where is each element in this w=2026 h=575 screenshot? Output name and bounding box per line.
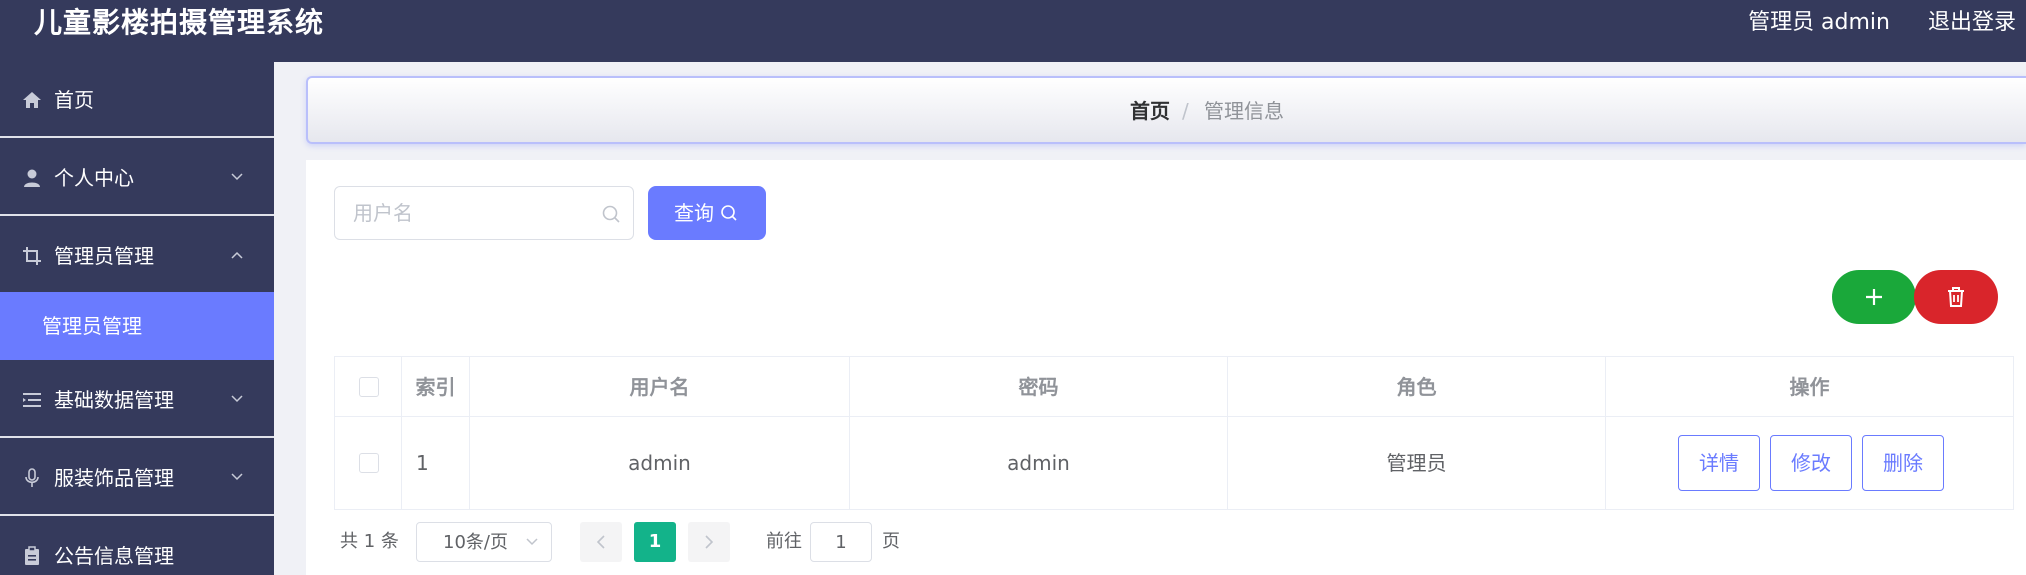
query-button[interactable]: 查询	[648, 186, 766, 240]
table-row: 1 admin admin 管理员 详情 修改 删除	[335, 417, 2013, 509]
chevron-left-icon	[596, 535, 605, 549]
header-password: 密码	[1018, 375, 1059, 399]
detail-button[interactable]: 详情	[1678, 435, 1760, 491]
trash-icon	[1948, 287, 1964, 307]
breadcrumb: 首页 / 管理信息	[306, 76, 2026, 144]
sidebar-subitem-label: 管理员管理	[42, 314, 142, 338]
page-size-select[interactable]: 10条/页	[416, 522, 552, 562]
table-header-row: 索引 用户名 密码 角色 操作	[335, 357, 2013, 417]
chevron-down-icon	[231, 395, 243, 403]
current-user: 管理员 admin	[1748, 10, 1890, 35]
sidebar-item-basic-data[interactable]: 基础数据管理	[0, 362, 274, 438]
search-icon	[602, 205, 620, 223]
content-panel: 查询 索引 用户名 密码 角色 操作 1	[306, 160, 2026, 575]
select-all-checkbox[interactable]	[359, 377, 379, 397]
prev-page-button[interactable]	[580, 522, 622, 562]
edit-button[interactable]: 修改	[1770, 435, 1852, 491]
sidebar-subitem-admin-management[interactable]: 管理员管理	[0, 292, 274, 360]
breadcrumb-separator: /	[1182, 99, 1189, 123]
chevron-right-icon	[705, 535, 714, 549]
page-size-value: 10条/页	[443, 532, 508, 553]
sidebar-item-personal-center[interactable]: 个人中心	[0, 140, 274, 216]
sidebar-item-label: 个人中心	[54, 166, 134, 190]
home-icon	[23, 92, 41, 108]
chevron-up-icon	[231, 251, 243, 259]
chevron-down-icon	[231, 473, 243, 481]
breadcrumb-current: 管理信息	[1204, 99, 1284, 123]
breadcrumb-home[interactable]: 首页	[1130, 98, 1170, 124]
delete-button[interactable]: 删除	[1862, 435, 1944, 491]
search-icon	[721, 205, 737, 221]
detail-button-label: 详情	[1699, 451, 1739, 475]
pagination: 共 1 条 10条/页 1 前往 页	[334, 522, 1134, 562]
header-index: 索引	[415, 375, 456, 399]
header-select-cell	[335, 357, 402, 416]
page-suffix: 页	[882, 531, 900, 552]
delete-button-label: 删除	[1883, 451, 1923, 475]
clipboard-icon	[25, 546, 39, 565]
chevron-down-icon	[526, 538, 538, 546]
search-input[interactable]	[353, 199, 593, 227]
page-number-label: 1	[648, 531, 662, 552]
plus-icon	[1866, 289, 1882, 305]
sidebar-item-label: 基础数据管理	[54, 388, 174, 412]
header-username: 用户名	[629, 375, 690, 399]
top-header: 儿童影楼拍摄管理系统 管理员 admin 退出登录	[0, 0, 2026, 62]
search-field[interactable]	[334, 186, 634, 240]
admin-table: 索引 用户名 密码 角色 操作 1 admin admin 管理员 详情 修改 …	[334, 356, 2014, 510]
sidebar-item-label: 首页	[54, 88, 94, 112]
goto-page-input[interactable]	[810, 522, 872, 562]
sidebar-item-announcements[interactable]: 公告信息管理	[0, 518, 274, 575]
sidebar-item-home[interactable]: 首页	[0, 62, 274, 138]
header-role: 角色	[1396, 375, 1437, 399]
header-cell: 密码	[850, 357, 1228, 416]
table-cell: admin	[470, 417, 850, 509]
sidebar: 首页 个人中心 管理员管理 管理员管理 基础数据管理 服装饰品管理 公告信息管理	[0, 62, 274, 575]
goto-label: 前往	[766, 531, 802, 552]
query-button-label: 查询	[674, 201, 714, 225]
table-cell: 管理员	[1228, 417, 1606, 509]
row-actions-cell: 详情 修改 删除	[1606, 417, 2013, 509]
row-index: 1	[416, 451, 429, 475]
crop-icon	[23, 247, 41, 265]
sidebar-item-costume-accessories[interactable]: 服装饰品管理	[0, 440, 274, 516]
microphone-icon	[25, 468, 39, 487]
chevron-down-icon	[231, 173, 243, 181]
row-role: 管理员	[1386, 451, 1447, 475]
sidebar-item-label: 公告信息管理	[54, 544, 174, 568]
list-icon	[23, 393, 41, 407]
table-cell: 1	[402, 417, 470, 509]
next-page-button[interactable]	[688, 522, 730, 562]
user-icon	[24, 169, 40, 187]
batch-delete-button[interactable]	[1914, 270, 1998, 324]
add-button[interactable]	[1832, 270, 1916, 324]
edit-button-label: 修改	[1791, 451, 1831, 475]
header-cell: 操作	[1606, 357, 2013, 416]
sidebar-item-label: 服装饰品管理	[54, 466, 174, 490]
page-number-1[interactable]: 1	[634, 522, 676, 562]
main-area: 首页 / 管理信息 查询 索引 用户名 密码 角色	[274, 62, 2026, 575]
row-username: admin	[628, 451, 691, 475]
sidebar-item-label: 管理员管理	[54, 244, 154, 268]
logout-link[interactable]: 退出登录	[1928, 8, 2016, 38]
row-password: admin	[1007, 451, 1070, 475]
header-cell: 用户名	[470, 357, 850, 416]
table-cell: admin	[850, 417, 1228, 509]
row-checkbox[interactable]	[359, 453, 379, 473]
header-actions: 操作	[1789, 375, 1830, 399]
pagination-total: 共 1 条	[340, 531, 399, 552]
sidebar-item-admin-management[interactable]: 管理员管理	[0, 218, 274, 294]
app-title: 儿童影楼拍摄管理系统	[34, 6, 325, 39]
header-cell: 索引	[402, 357, 470, 416]
header-cell: 角色	[1228, 357, 1606, 416]
row-select-cell	[335, 417, 402, 509]
